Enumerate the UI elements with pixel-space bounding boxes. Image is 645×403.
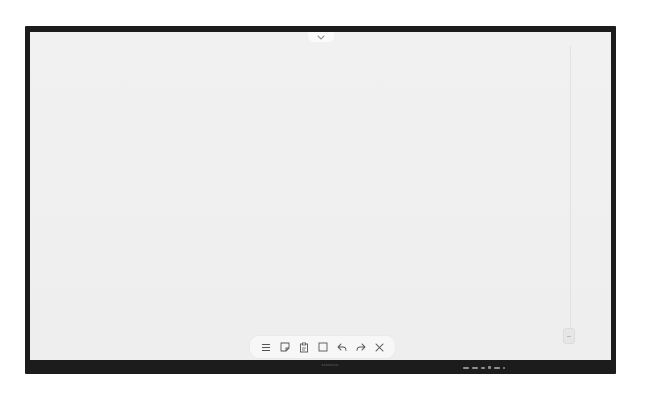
clipboard-icon (299, 342, 308, 352)
io-ports-icon (463, 365, 505, 370)
undo-button[interactable] (335, 340, 349, 354)
port (488, 366, 491, 369)
top-pulldown-tab[interactable] (308, 32, 334, 42)
port (463, 366, 469, 369)
undo-icon (337, 343, 346, 351)
port (472, 366, 478, 369)
select-button[interactable] (316, 340, 330, 354)
menu-button[interactable] (259, 340, 273, 354)
close-button[interactable] (373, 340, 387, 354)
sticky-note-button[interactable] (278, 340, 292, 354)
bottom-toolbar (250, 336, 395, 358)
redo-button[interactable] (354, 340, 368, 354)
power-indicator (503, 366, 505, 369)
port (494, 366, 500, 369)
side-rail (570, 46, 571, 336)
close-icon (375, 343, 384, 351)
chevron-down-icon (317, 34, 325, 40)
paste-button[interactable] (297, 340, 311, 354)
drag-handle-icon (567, 335, 571, 337)
display-mockup: SAMSUNG (0, 0, 645, 403)
brand-logo: SAMSUNG (321, 363, 339, 367)
rectangle-select-icon (318, 342, 327, 352)
menu-icon (261, 343, 270, 351)
side-drawer-handle[interactable] (563, 328, 575, 344)
sticky-note-icon (280, 342, 289, 352)
whiteboard-canvas[interactable] (30, 32, 611, 360)
port (481, 366, 485, 369)
display-bezel: SAMSUNG (25, 26, 616, 374)
redo-icon (356, 343, 365, 351)
whiteboard-screen[interactable] (30, 32, 611, 360)
